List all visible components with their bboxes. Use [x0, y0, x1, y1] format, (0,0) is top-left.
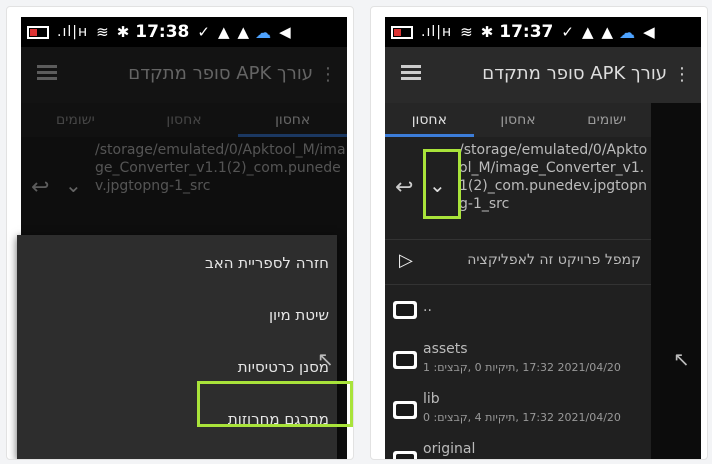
- left-screenshot-card: .ıl|ʜ ≋ ✱ 17:38 ✓ ▲ ▲ ☁ ◀ עורך APK סופר …: [6, 6, 354, 460]
- warning-icon: ▲: [217, 23, 230, 41]
- warning-icon: ▲: [601, 23, 614, 41]
- file-name: original: [423, 441, 476, 457]
- wifi-icon: ≋: [96, 23, 109, 41]
- drawer-shadow-panel: [651, 103, 701, 459]
- right-screenshot-card: .ıl|ʜ ≋ ✱ 17:37 ✓ ▲ ▲ ☁ ◀ עורך APK סופר …: [370, 6, 708, 460]
- app-title: עורך APK סופר מתקדם: [482, 63, 667, 84]
- play-icon: ▷: [399, 250, 413, 271]
- tab-apps[interactable]: ישומים: [562, 103, 651, 137]
- signal-icon: .ıl|ʜ: [421, 24, 453, 40]
- check-icon: ✓: [197, 23, 210, 41]
- file-meta: 2021/04/20 17:32 ,תיקיות 4 ,קבצים: 0: [423, 411, 621, 424]
- status-time: 17:38: [135, 22, 190, 42]
- compile-label: קמפל פרויקט זה לאפליקציה: [467, 252, 641, 268]
- mouse-cursor-icon: ↖: [673, 347, 690, 371]
- menu-item-parent-dir[interactable]: חזרה לספריית האב: [17, 239, 337, 287]
- compile-row[interactable]: ▷ קמפל פרויקט זה לאפליקציה: [385, 239, 651, 285]
- file-name: ..: [423, 299, 432, 315]
- wifi-icon: ≋: [460, 23, 473, 41]
- overflow-menu-icon[interactable]: ⋮: [673, 64, 691, 85]
- file-name: lib: [423, 391, 440, 407]
- back-arrow-icon[interactable]: ↩: [395, 175, 413, 200]
- cloud-icon: ☁: [255, 22, 272, 42]
- tab-storage-2[interactable]: אחסון: [474, 103, 563, 137]
- menu-item-sort-method[interactable]: שיטת מיון: [17, 291, 337, 339]
- current-path: /storage/emulated/0/Apktool_M/image_Conv…: [459, 142, 648, 212]
- status-time: 17:37: [499, 22, 554, 42]
- file-name: assets: [423, 341, 468, 357]
- folder-icon: [393, 351, 417, 369]
- check-icon: ✓: [561, 23, 574, 41]
- signal-icon: .ıl|ʜ: [57, 24, 89, 40]
- message-icon: ◀: [643, 23, 655, 41]
- app-toolbar: עורך APK סופר מתקדם ⋮: [385, 47, 701, 103]
- bluetooth-icon: ✱: [116, 23, 130, 41]
- tab-bar: אחסון אחסון ישומים: [385, 103, 651, 137]
- list-item[interactable]: assets 2021/04/20 17:32 ,תיקיות 0 ,קבצים…: [385, 337, 651, 385]
- highlight-box: [197, 381, 353, 427]
- warning-icon: ▲: [237, 23, 250, 41]
- battery-icon: [391, 25, 413, 39]
- warning-icon: ▲: [581, 23, 594, 41]
- list-item[interactable]: original: [385, 437, 651, 459]
- status-bar: .ıl|ʜ ≋ ✱ 17:38 ✓ ▲ ▲ ☁ ◀: [21, 17, 347, 47]
- folder-icon: [393, 401, 417, 419]
- highlight-box: [423, 149, 461, 219]
- status-bar: .ıl|ʜ ≋ ✱ 17:37 ✓ ▲ ▲ ☁ ◀: [385, 17, 701, 47]
- folder-icon: [393, 301, 417, 319]
- cloud-icon: ☁: [619, 22, 636, 42]
- battery-icon: [27, 25, 49, 39]
- folder-icon: [393, 451, 417, 459]
- hamburger-menu-icon[interactable]: [401, 65, 421, 81]
- file-meta: 2021/04/20 17:32 ,תיקיות 0 ,קבצים: 1: [423, 361, 621, 374]
- bluetooth-icon: ✱: [480, 23, 494, 41]
- message-icon: ◀: [279, 23, 291, 41]
- right-phone-screen: .ıl|ʜ ≋ ✱ 17:37 ✓ ▲ ▲ ☁ ◀ עורך APK סופר …: [385, 17, 701, 459]
- list-item[interactable]: lib 2021/04/20 17:32 ,תיקיות 4 ,קבצים: 0: [385, 387, 651, 435]
- list-item[interactable]: ..: [385, 287, 651, 335]
- mouse-cursor-icon: ↖: [317, 347, 334, 371]
- tab-storage[interactable]: אחסון: [385, 103, 474, 137]
